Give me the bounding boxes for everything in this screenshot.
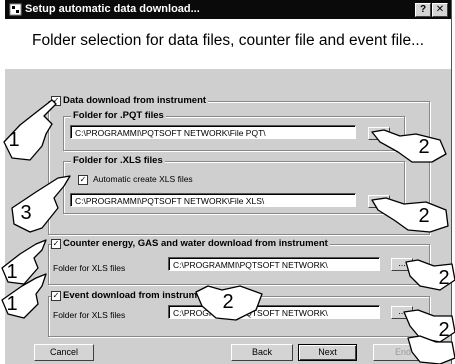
callout-label: 2 — [418, 136, 430, 158]
callout-label: 2 — [438, 319, 450, 341]
callout-label: 1 — [6, 293, 18, 315]
callout-label: 1 — [6, 261, 18, 283]
callout-label: 3 — [20, 202, 32, 224]
hand-pointer-icon — [371, 197, 449, 233]
callout-label: 2 — [418, 205, 430, 227]
callout-label: 1 — [8, 129, 20, 151]
callout-label: 2 — [438, 267, 450, 289]
callout-label: 2 — [222, 291, 234, 313]
hand-pointer-icon — [371, 129, 447, 163]
